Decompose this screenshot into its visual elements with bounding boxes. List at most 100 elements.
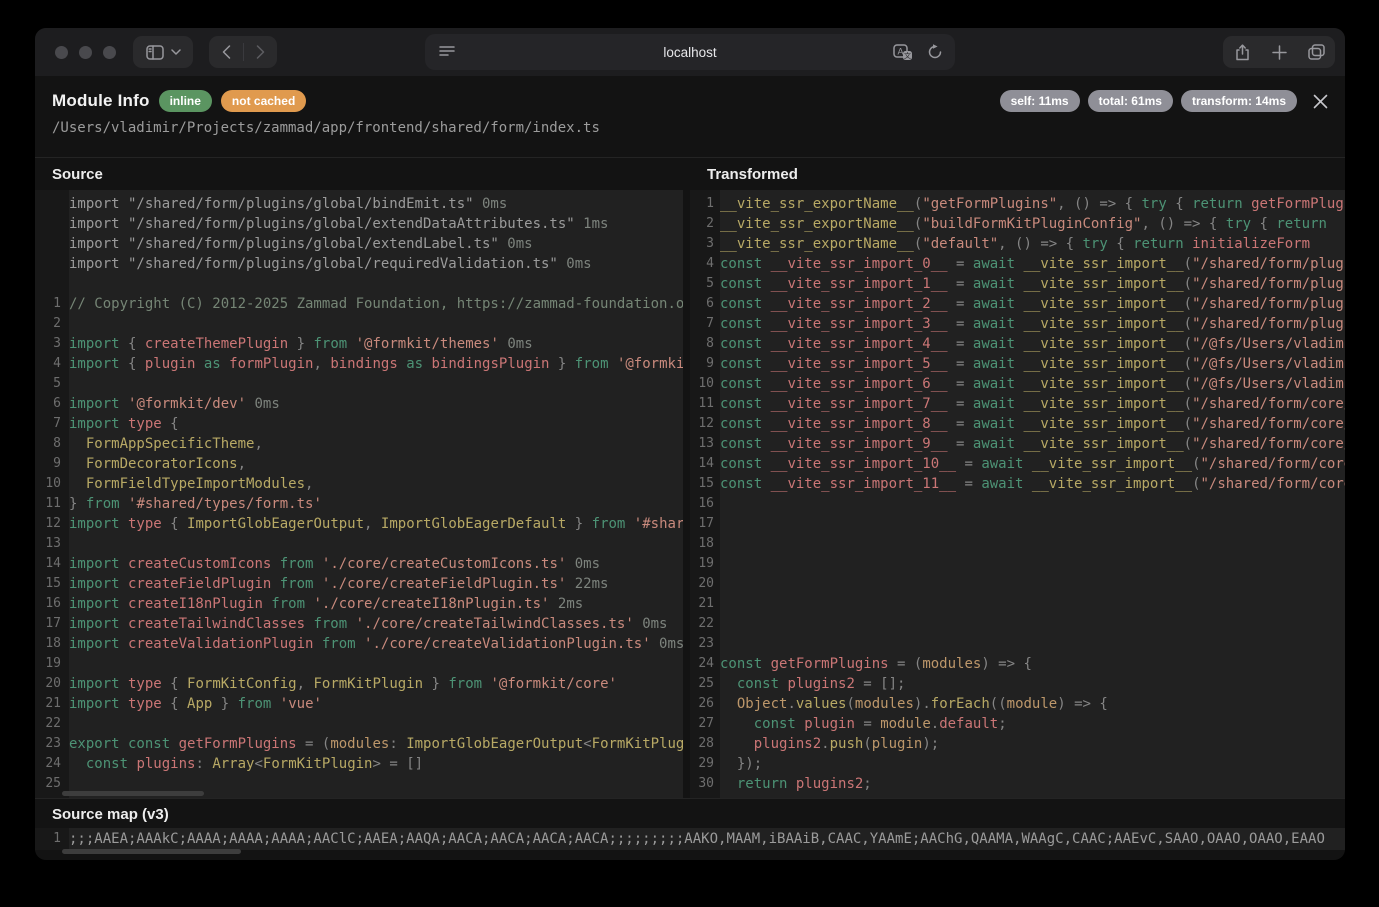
zoom-window-button[interactable] xyxy=(103,46,116,59)
line-number: 22 xyxy=(35,714,69,734)
sourcemap-horizontal-scrollbar[interactable] xyxy=(62,849,241,854)
code-line: 18 xyxy=(690,534,1345,554)
code-line: 1;;;AAEA;AAAkC;AAAA;AAAA;AAAA;AAClC;AAEA… xyxy=(35,828,1345,850)
code-line: 22 xyxy=(690,614,1345,634)
code-line: 13const __vite_ssr_import_9__ = await __… xyxy=(690,434,1345,454)
code-line: 20import type { FormKitConfig, FormKitPl… xyxy=(35,674,683,694)
line-number: 15 xyxy=(35,574,69,594)
source-horizontal-scrollbar[interactable] xyxy=(62,791,204,796)
line-number: 6 xyxy=(690,294,720,314)
code-text xyxy=(720,494,1345,514)
sourcemap-code-area[interactable]: 1;;;AAEA;AAAkC;AAAA;AAAA;AAAA;AAClC;AAEA… xyxy=(35,828,1345,850)
not-cached-badge: not cached xyxy=(221,90,306,112)
code-line: 12import type { ImportGlobEagerOutput, I… xyxy=(35,514,683,534)
reader-view-icon[interactable] xyxy=(439,45,455,59)
plus-icon xyxy=(1272,45,1287,60)
line-number: 23 xyxy=(690,634,720,654)
code-text: const __vite_ssr_import_8__ = await __vi… xyxy=(720,414,1345,434)
code-line: 1__vite_ssr_exportName__("getFormPlugins… xyxy=(690,194,1345,214)
chevron-left-icon xyxy=(222,45,231,59)
code-line: 3import { createThemePlugin } from '@for… xyxy=(35,334,683,354)
code-text: FormFieldTypeImportModules, xyxy=(69,474,683,494)
code-text: import createTailwindClasses from './cor… xyxy=(69,614,683,634)
forward-button[interactable] xyxy=(244,36,277,68)
line-number xyxy=(35,214,69,234)
code-text: __vite_ssr_exportName__("default", () =>… xyxy=(720,234,1345,254)
code-text xyxy=(69,314,683,334)
reload-icon[interactable] xyxy=(927,44,943,60)
code-line: import "/shared/form/plugins/global/bind… xyxy=(35,194,683,214)
timing-metrics: self: 11ms total: 61ms transform: 14ms xyxy=(1000,90,1297,112)
code-line: 20 xyxy=(690,574,1345,594)
line-number: 19 xyxy=(690,554,720,574)
line-number: 17 xyxy=(690,514,720,534)
code-text: FormAppSpecificTheme, xyxy=(69,434,683,454)
code-line: 4import { plugin as formPlugin, bindings… xyxy=(35,354,683,374)
line-number: 9 xyxy=(35,454,69,474)
code-text: import type { xyxy=(69,414,683,434)
line-number: 18 xyxy=(690,534,720,554)
code-text: const plugin = module.default; xyxy=(720,714,1345,734)
back-button[interactable] xyxy=(210,36,243,68)
tabs-overview-button[interactable] xyxy=(1298,44,1335,60)
code-text xyxy=(720,514,1345,534)
nav-buttons xyxy=(209,36,277,68)
code-line: 6const __vite_ssr_import_2__ = await __v… xyxy=(690,294,1345,314)
code-line: 22 xyxy=(35,714,683,734)
chevron-down-icon xyxy=(171,49,181,55)
code-line: 8const __vite_ssr_import_4__ = await __v… xyxy=(690,334,1345,354)
page-title: Module Info xyxy=(52,91,150,111)
code-text: } from '#shared/types/form.ts' xyxy=(69,494,683,514)
code-text: import createValidationPlugin from './co… xyxy=(69,634,683,654)
code-line: 17import createTailwindClasses from './c… xyxy=(35,614,683,634)
code-line: 2__vite_ssr_exportName__("buildFormKitPl… xyxy=(690,214,1345,234)
code-line: 26 Object.values(modules).forEach((modul… xyxy=(690,694,1345,714)
code-line: 7const __vite_ssr_import_3__ = await __v… xyxy=(690,314,1345,334)
chevron-right-icon xyxy=(256,45,265,59)
close-window-button[interactable] xyxy=(55,46,68,59)
code-line: 11const __vite_ssr_import_7__ = await __… xyxy=(690,394,1345,414)
line-number: 14 xyxy=(690,454,720,474)
transformed-code-area[interactable]: 1__vite_ssr_exportName__("getFormPlugins… xyxy=(690,190,1345,798)
translate-icon[interactable]: A 文 xyxy=(893,44,913,61)
code-text: plugins2.push(plugin); xyxy=(720,734,1345,754)
line-number: 5 xyxy=(35,374,69,394)
close-panel-button[interactable] xyxy=(1308,89,1332,113)
svg-text:文: 文 xyxy=(904,51,911,60)
code-line: 7import type { xyxy=(35,414,683,434)
share-button[interactable] xyxy=(1224,44,1261,61)
sidebar-toggle-button[interactable] xyxy=(133,36,193,68)
tabs-overview-icon xyxy=(1308,44,1325,60)
code-text xyxy=(720,634,1345,654)
code-text xyxy=(720,594,1345,614)
line-number: 20 xyxy=(690,574,720,594)
code-text xyxy=(69,374,683,394)
line-number: 13 xyxy=(35,534,69,554)
code-text: // Copyright (C) 2012-2025 Zammad Founda… xyxy=(69,294,683,314)
code-line: 21 xyxy=(690,594,1345,614)
line-number: 4 xyxy=(690,254,720,274)
code-line: 14import createCustomIcons from './core/… xyxy=(35,554,683,574)
module-file-path: /Users/vladimir/Projects/zammad/app/fron… xyxy=(52,120,1345,136)
code-text: __vite_ssr_exportName__("getFormPlugins"… xyxy=(720,194,1345,214)
new-tab-button[interactable] xyxy=(1261,45,1298,60)
address-bar[interactable]: localhost A 文 xyxy=(425,34,955,70)
source-code-area[interactable]: import "/shared/form/plugins/global/bind… xyxy=(35,190,683,798)
line-number: 19 xyxy=(35,654,69,674)
transformed-panel: Transformed 1__vite_ssr_exportName__("ge… xyxy=(690,158,1345,798)
line-number: 16 xyxy=(690,494,720,514)
line-number: 26 xyxy=(690,694,720,714)
code-line: 11} from '#shared/types/form.ts' xyxy=(35,494,683,514)
code-line: 23 xyxy=(690,634,1345,654)
browser-toolbar: localhost A 文 xyxy=(35,28,1345,76)
line-number xyxy=(35,234,69,254)
minimize-window-button[interactable] xyxy=(79,46,92,59)
code-text: const __vite_ssr_import_0__ = await __vi… xyxy=(720,254,1345,274)
code-line: 25 const plugins2 = []; xyxy=(690,674,1345,694)
line-number: 10 xyxy=(690,374,720,394)
line-number xyxy=(35,194,69,214)
code-line: 27 const plugin = module.default; xyxy=(690,714,1345,734)
self-time-badge: self: 11ms xyxy=(1000,90,1080,112)
line-number: 12 xyxy=(690,414,720,434)
code-text: import { createThemePlugin } from '@form… xyxy=(69,334,683,354)
